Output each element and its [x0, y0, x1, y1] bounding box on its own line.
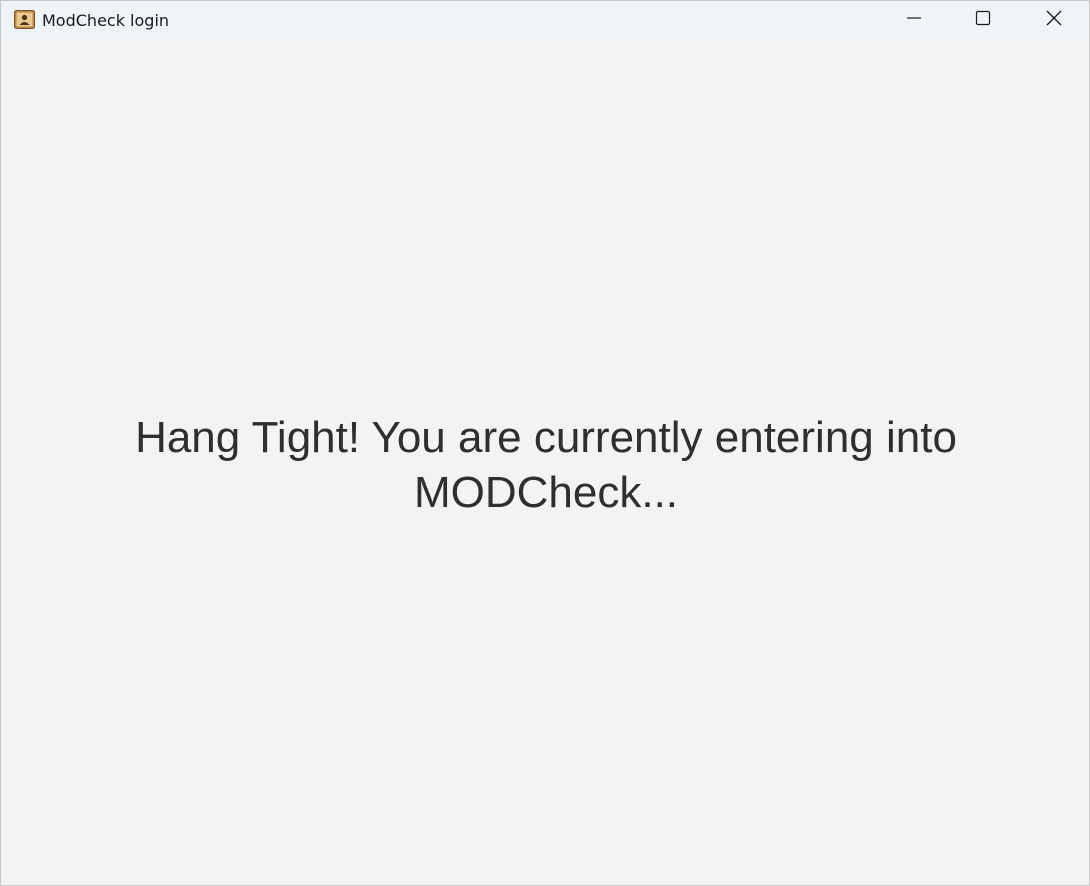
close-button[interactable] [1020, 1, 1088, 40]
maximize-icon [975, 10, 991, 31]
maximize-button[interactable] [949, 1, 1017, 40]
app-window: ModCheck login Hang Tight! You are curre… [0, 0, 1090, 886]
title-bar[interactable]: ModCheck login [1, 1, 1089, 40]
loading-message: Hang Tight! You are currently entering i… [135, 413, 957, 517]
minimize-button[interactable] [880, 1, 948, 40]
window-title: ModCheck login [42, 11, 170, 30]
content-area: Hang Tight! You are currently entering i… [1, 40, 1089, 885]
contact-card-icon [14, 10, 35, 29]
minimize-icon [906, 10, 922, 31]
close-icon [1045, 9, 1063, 32]
